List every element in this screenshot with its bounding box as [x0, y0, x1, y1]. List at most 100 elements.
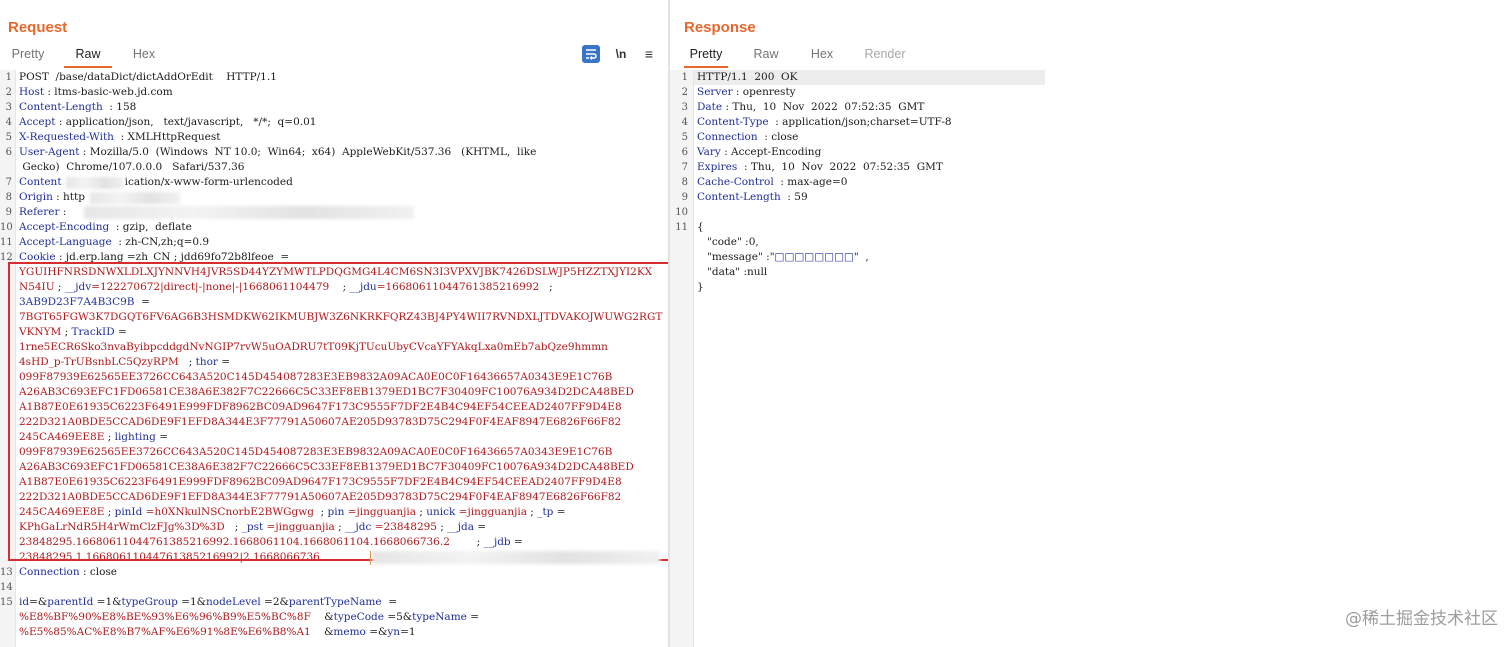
code-line: HTTP/1.1 200 OK: [697, 70, 798, 85]
code-text: =: [381, 596, 398, 608]
header-name: yn: [387, 626, 401, 638]
header-name: parentId: [47, 596, 94, 608]
tab-hex[interactable]: Hex: [124, 46, 164, 66]
code-line: Content ap ication/x-www-form-urlencoded: [19, 175, 293, 190]
code-text: =1&: [93, 596, 122, 608]
code-text: =1&: [177, 596, 206, 608]
header-name: Vary: [697, 146, 721, 158]
code-text: : Accept-Encoding: [720, 146, 822, 158]
header-name: X-Requested-With: [19, 131, 114, 143]
header-name: Connection: [697, 131, 758, 143]
code-text: =&: [365, 626, 388, 638]
code-line: Origin : http: [19, 190, 98, 205]
header-name: nodeLevel: [205, 596, 261, 608]
code-line: Server : openresty: [697, 85, 796, 100]
tab-pretty[interactable]: Pretty: [6, 46, 50, 66]
text-cursor: [370, 551, 371, 565]
code-line: Date : Thu, 10 Nov 2022 07:52:35 GMT: [697, 100, 924, 115]
word-wrap-toggle-icon[interactable]: [582, 45, 600, 63]
code-text: : application/json;charset=UTF-8: [768, 116, 952, 128]
code-text: : Mozilla/5.0 (Windows NT 10.0; Win64; x…: [79, 146, 537, 158]
header-name: Content-Type: [697, 116, 769, 128]
code-text: : close: [79, 566, 118, 578]
code-text: : gzip, deflate: [109, 221, 192, 233]
header-name: parentTypeName: [288, 596, 382, 608]
tab-raw[interactable]: Raw: [748, 46, 784, 66]
header-name: typeName: [412, 611, 467, 623]
code-line: Accept-Language : zh-CN,zh;q=0.9: [19, 235, 209, 250]
code-line: }: [697, 280, 704, 295]
header-name: □□□□□□□□: [774, 251, 854, 263]
header-name: Accept-Encoding: [19, 221, 110, 233]
code-text: {: [697, 221, 704, 233]
code-line: Accept-Encoding : gzip, deflate: [19, 220, 192, 235]
code-line: Connection : close: [697, 130, 798, 145]
code-text: : max-age=0: [773, 176, 848, 188]
code-line: Content-Length : 59: [697, 190, 808, 205]
line-number: [670, 265, 688, 280]
code-text: Gecko) Chrome/107.0.0.0 Safari/537.36: [19, 161, 245, 173]
request-editor[interactable]: 1 POST /base/dataDict/dictAddOrEdit HTTP/…: [0, 70, 674, 647]
request-tabs: Pretty Raw Hex: [0, 46, 300, 68]
code-text: :: [59, 206, 70, 218]
code-text: "data": [697, 266, 741, 278]
code-text: &: [310, 611, 334, 623]
line-number: 9: [5, 207, 12, 218]
redaction-blur: [66, 177, 124, 189]
code-line: Vary : Accept-Encoding: [697, 145, 821, 160]
line-number: 15: [0, 597, 13, 608]
header-name: Cache-Control: [697, 176, 774, 188]
header-name: id: [19, 596, 30, 608]
line-number: 1: [681, 72, 688, 83]
line-number: 11: [675, 222, 688, 233]
code-line: "code" :0,: [697, 235, 759, 250]
header-name: Accept-Language: [19, 236, 112, 248]
line-number: 11: [0, 237, 13, 248]
line-number: 7: [5, 177, 12, 188]
code-text: :0,: [741, 236, 759, 248]
code-line: Accept : application/json, text/javascri…: [19, 115, 316, 130]
line-number: 2: [681, 87, 688, 98]
cookie-value: %E8%BF%90%E8%BE%93%E6%96%B9%E5%BC%8F: [19, 611, 311, 623]
line-number: [670, 280, 688, 295]
code-text: : Thu, 10 Nov 2022 07:52:35 GMT: [737, 161, 943, 173]
code-line: Host : ltms-basic-web.jd.com: [19, 85, 173, 100]
menu-icon[interactable]: ≡: [640, 45, 658, 63]
line-number: [0, 160, 12, 175]
line-number: 10: [675, 207, 688, 218]
code-line: id=&parentId =1&typeGroup =1&nodeLevel =…: [19, 595, 397, 610]
header-name: Server: [697, 86, 733, 98]
tab-hex[interactable]: Hex: [804, 46, 840, 66]
redaction-blur: [90, 192, 180, 204]
header-name: Date: [697, 101, 723, 113]
tab-pretty[interactable]: Pretty: [684, 46, 728, 68]
header-name: Expires: [697, 161, 738, 173]
response-editor[interactable]: 1 HTTP/1.1 200 OK 2 Server : openresty 3 Date…: [670, 70, 1045, 647]
tab-render[interactable]: Render: [860, 46, 910, 66]
line-number: 14: [0, 582, 13, 593]
code-text: : zh-CN,zh;q=0.9: [111, 236, 210, 248]
code-line: %E8%BF%90%E8%BE%93%E6%96%B9%E5%BC%8F & ty…: [19, 610, 479, 625]
line-number: 4: [681, 117, 688, 128]
code-line: Gecko) Chrome/107.0.0.0 Safari/537.36: [19, 160, 244, 175]
header-name: Content-Length: [697, 191, 781, 203]
line-number: [0, 610, 12, 625]
redaction-blur: [372, 551, 660, 564]
line-number: [670, 235, 688, 250]
line-number: [670, 250, 688, 265]
tab-raw[interactable]: Raw: [64, 46, 112, 68]
request-title: Request: [8, 19, 68, 36]
code-text: :": [762, 251, 775, 263]
line-number: 3: [681, 102, 688, 113]
code-text: :null: [740, 266, 768, 278]
code-text: : XMLHttpRequest: [113, 131, 221, 143]
code-line: POST /base/dataDict/dictAddOrEdit HTTP/1…: [19, 70, 277, 85]
code-text: =&: [29, 596, 48, 608]
line-number: 7: [681, 162, 688, 173]
request-pane: Request Pretty Raw Hex \n ≡ 1 POST /base/…: [0, 0, 674, 647]
line-number: 5: [681, 132, 688, 143]
line-number: 1: [5, 72, 12, 83]
redaction-blur: [84, 206, 414, 219]
show-newlines-button[interactable]: \n: [612, 45, 630, 63]
response-pane: Response Pretty Raw Hex Render 1 HTTP/1.1…: [670, 0, 1045, 647]
